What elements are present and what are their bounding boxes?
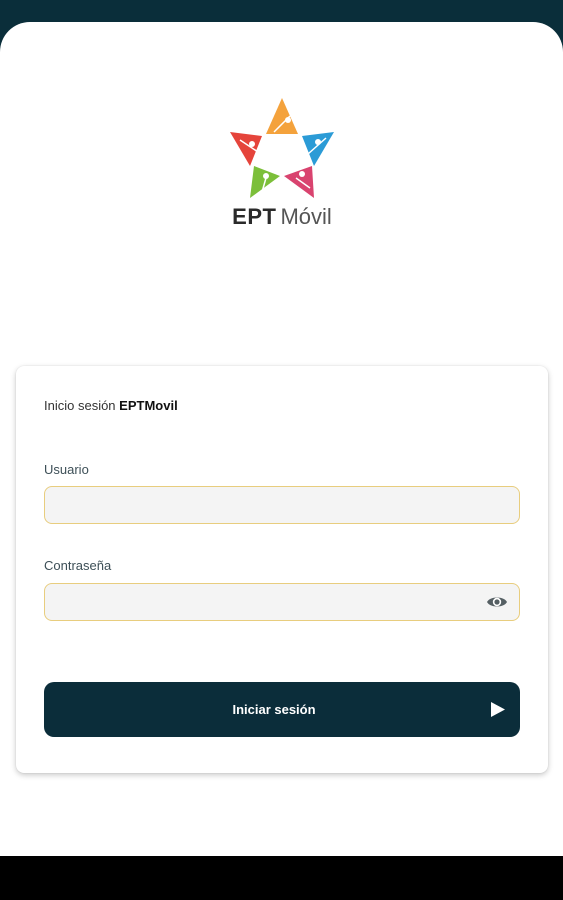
eye-icon[interactable]	[486, 594, 508, 610]
card-title-prefix: Inicio sesión	[44, 398, 116, 413]
card-title-brand: EPTMovil	[119, 398, 178, 413]
username-label: Usuario	[44, 462, 89, 477]
login-screen: EPT Móvil Inicio sesión EPTMovil Usuario …	[0, 22, 563, 856]
play-icon	[491, 702, 505, 717]
star-logo-icon	[230, 98, 334, 198]
system-navigation-bar	[0, 856, 563, 900]
app-name-bold: EPT	[232, 204, 277, 229]
app-name-light: Móvil	[280, 204, 332, 229]
login-card: Inicio sesión EPTMovil Usuario Contraseñ…	[16, 366, 548, 773]
login-button[interactable]: Iniciar sesión	[44, 682, 520, 737]
login-button-label: Iniciar sesión	[232, 702, 316, 717]
card-title: Inicio sesión EPTMovil	[44, 398, 178, 413]
username-input[interactable]	[44, 486, 520, 524]
password-input[interactable]	[44, 583, 520, 621]
app-name: EPT Móvil	[222, 204, 342, 230]
app-logo: EPT Móvil	[222, 92, 342, 242]
password-label: Contraseña	[44, 558, 112, 573]
status-bar	[0, 0, 563, 24]
